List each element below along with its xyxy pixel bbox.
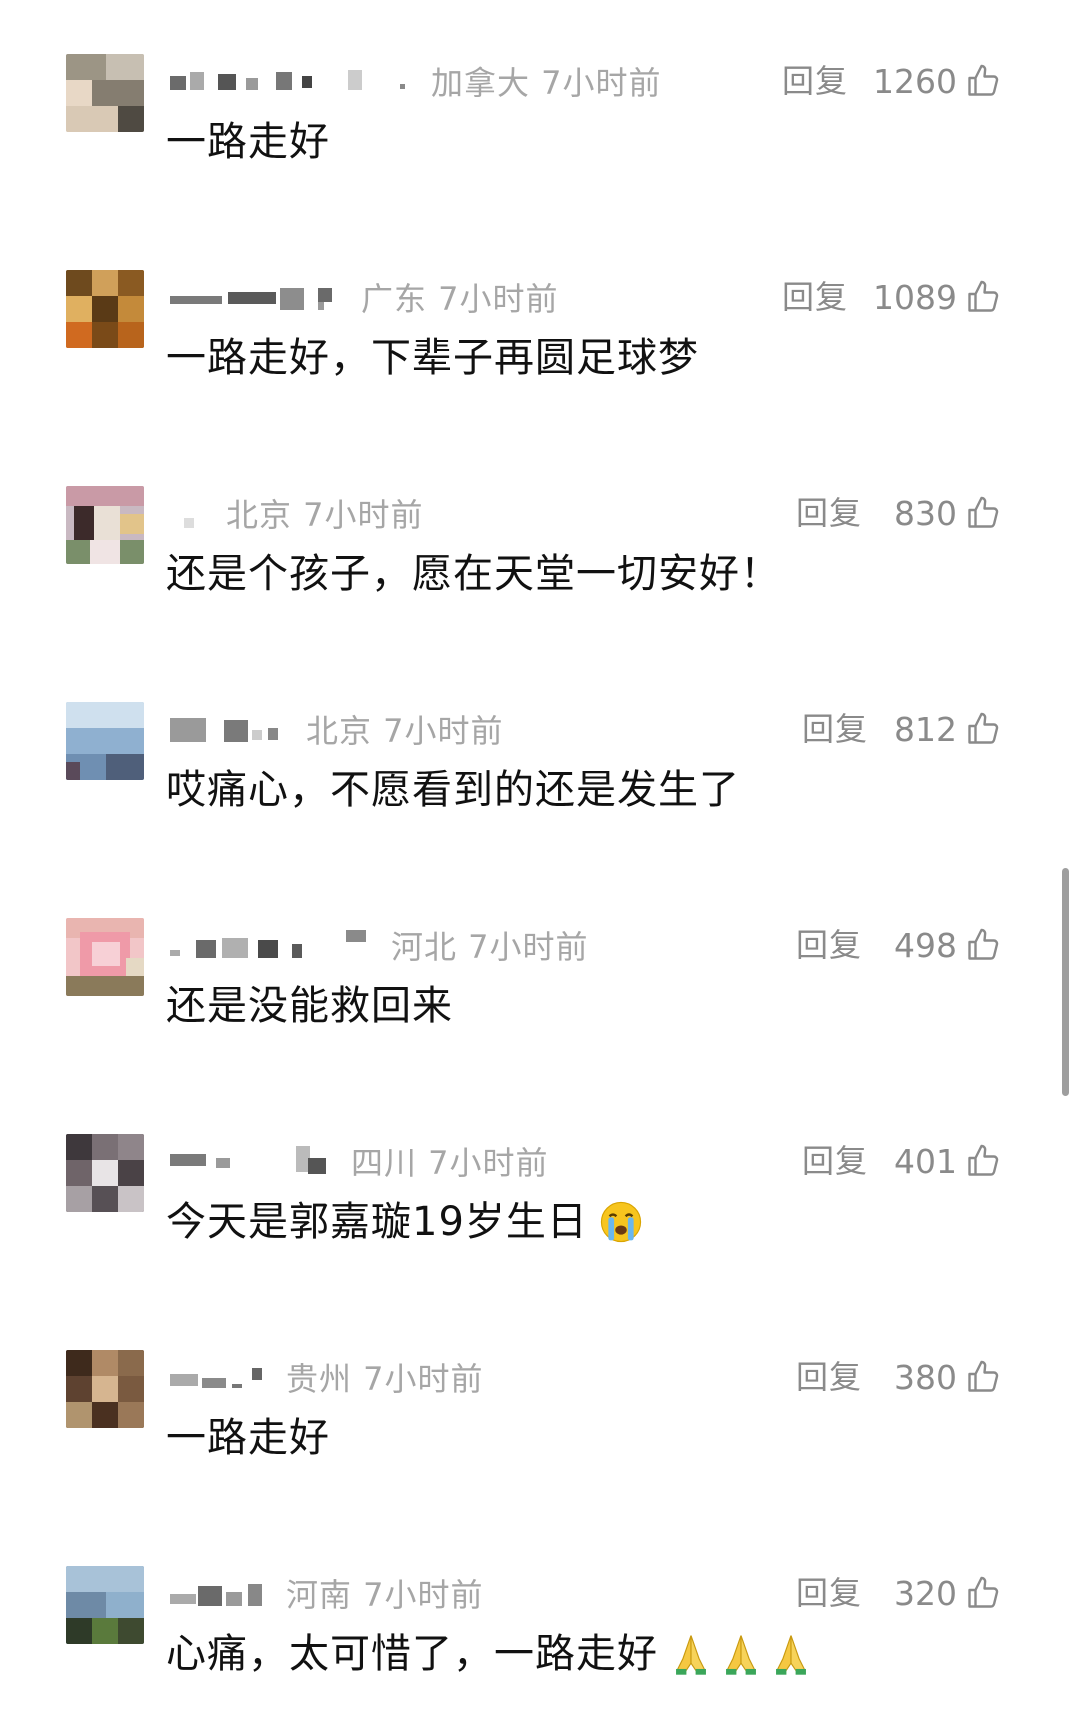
like-button[interactable]: 1260 xyxy=(873,56,1001,106)
comment-meta: 河南 7小时前 xyxy=(168,1568,484,1618)
comment-text: 哎痛心，不愿看到的还是发生了 xyxy=(166,762,740,818)
comment-text: 心痛，太可惜了，一路走好 xyxy=(166,1626,814,1682)
comment-item: 河南 7小时前 回复 320 心痛，太可惜了，一路走好 xyxy=(0,1566,1079,1726)
username-blurred[interactable] xyxy=(168,66,423,96)
comment-region-time: 贵州 7小时前 xyxy=(286,1360,484,1398)
comment-text-content: 还是个孩子，愿在天堂一切安好！ xyxy=(166,551,781,597)
like-button[interactable]: 812 xyxy=(894,704,1001,754)
avatar[interactable] xyxy=(66,918,144,996)
username-blurred[interactable] xyxy=(168,714,298,744)
comment-region-time: 河北 7小时前 xyxy=(391,928,589,966)
comment-text-content: 哎痛心，不愿看到的还是发生了 xyxy=(166,767,740,813)
like-count: 320 xyxy=(894,1573,957,1613)
like-count: 1260 xyxy=(873,61,957,101)
username-blurred[interactable] xyxy=(168,1578,278,1608)
avatar[interactable] xyxy=(66,486,144,564)
like-button[interactable]: 830 xyxy=(894,488,1001,538)
username-blurred[interactable] xyxy=(168,1146,343,1176)
comment-list: 加拿大 7小时前 回复 1260 一路走好 广东 7小时前 回复 1089 一路… xyxy=(0,0,1079,1720)
comment-meta: 四川 7小时前 xyxy=(168,1136,549,1186)
comment-meta: 加拿大 7小时前 xyxy=(168,56,662,106)
reply-button[interactable]: 回复 xyxy=(802,704,868,754)
like-count: 401 xyxy=(894,1141,957,1181)
comment-text-content: 心痛，太可惜了，一路走好 xyxy=(166,1631,658,1677)
comment-meta: 北京 7小时前 xyxy=(168,704,504,754)
comment-item: 广东 7小时前 回复 1089 一路走好，下辈子再圆足球梦 xyxy=(0,270,1079,430)
like-button[interactable]: 401 xyxy=(894,1136,1001,1186)
like-count: 380 xyxy=(894,1357,957,1397)
username-blurred[interactable] xyxy=(168,282,353,312)
like-button[interactable]: 1089 xyxy=(873,272,1001,322)
comment-region-time: 北京 7小时前 xyxy=(306,712,504,750)
reply-button[interactable]: 回复 xyxy=(782,272,848,322)
comment-region-time: 四川 7小时前 xyxy=(351,1144,549,1182)
comment-region-time: 加拿大 7小时前 xyxy=(431,64,662,102)
thumbs-up-icon xyxy=(968,1576,999,1608)
scrollbar[interactable] xyxy=(1062,868,1069,1096)
avatar[interactable] xyxy=(66,1566,144,1644)
comment-region-time: 广东 7小时前 xyxy=(361,280,559,318)
like-count: 498 xyxy=(894,925,957,965)
comment-meta: 河北 7小时前 xyxy=(168,920,589,970)
like-count: 1089 xyxy=(873,277,957,317)
avatar[interactable] xyxy=(66,1134,144,1212)
comment-text-content: 今天是郭嘉璇19岁生日 xyxy=(166,1199,588,1245)
reply-button[interactable]: 回复 xyxy=(796,1352,862,1402)
comment-text: 今天是郭嘉璇19岁生日 xyxy=(166,1194,644,1250)
thumbs-up-icon xyxy=(968,1360,999,1392)
reply-button[interactable]: 回复 xyxy=(802,1136,868,1186)
comment-item: 河北 7小时前 回复 498 还是没能救回来 xyxy=(0,918,1079,1078)
like-button[interactable]: 498 xyxy=(894,920,1001,970)
comment-meta: 广东 7小时前 xyxy=(168,272,559,322)
username-blurred[interactable] xyxy=(168,1362,278,1392)
thumbs-up-icon xyxy=(968,496,999,528)
like-count: 812 xyxy=(894,709,957,749)
comment-item: 北京 7小时前 回复 812 哎痛心，不愿看到的还是发生了 xyxy=(0,702,1079,862)
folded-hands-emoji xyxy=(776,1635,806,1675)
thumbs-up-icon xyxy=(968,928,999,960)
like-button[interactable]: 320 xyxy=(894,1568,1001,1618)
thumbs-up-icon xyxy=(968,1144,999,1176)
comment-text: 一路走好，下辈子再圆足球梦 xyxy=(166,330,699,386)
avatar[interactable] xyxy=(66,702,144,780)
emoji-group xyxy=(594,1199,644,1245)
thumbs-up-icon xyxy=(968,712,999,744)
comment-text-content: 一路走好 xyxy=(166,119,330,165)
comment-text: 一路走好 xyxy=(166,1410,330,1466)
username-blurred[interactable] xyxy=(168,930,383,960)
avatar[interactable] xyxy=(66,1350,144,1428)
thumbs-up-icon xyxy=(968,280,999,312)
thumbs-up-icon xyxy=(968,64,999,96)
reply-button[interactable]: 回复 xyxy=(782,56,848,106)
comment-text-content: 一路走好 xyxy=(166,1415,330,1461)
comment-region-time: 河南 7小时前 xyxy=(286,1576,484,1614)
comment-item: 四川 7小时前 回复 401 今天是郭嘉璇19岁生日 xyxy=(0,1134,1079,1294)
comment-item: 贵州 7小时前 回复 380 一路走好 xyxy=(0,1350,1079,1510)
comment-text: 还是个孩子，愿在天堂一切安好！ xyxy=(166,546,781,602)
comment-meta: 北京 7小时前 xyxy=(168,488,424,538)
emoji-group xyxy=(664,1631,814,1677)
reply-button[interactable]: 回复 xyxy=(796,920,862,970)
comment-region-time: 北京 7小时前 xyxy=(226,496,424,534)
reply-button[interactable]: 回复 xyxy=(796,488,862,538)
crying-face-emoji xyxy=(600,1201,642,1243)
like-count: 830 xyxy=(894,493,957,533)
like-button[interactable]: 380 xyxy=(894,1352,1001,1402)
username-blurred[interactable] xyxy=(168,498,218,528)
comment-meta: 贵州 7小时前 xyxy=(168,1352,484,1402)
avatar[interactable] xyxy=(66,54,144,132)
comment-text-content: 一路走好，下辈子再圆足球梦 xyxy=(166,335,699,381)
avatar[interactable] xyxy=(66,270,144,348)
folded-hands-emoji xyxy=(726,1635,756,1675)
comment-text-content: 还是没能救回来 xyxy=(166,983,453,1029)
folded-hands-emoji xyxy=(676,1635,706,1675)
reply-button[interactable]: 回复 xyxy=(796,1568,862,1618)
comment-text: 还是没能救回来 xyxy=(166,978,453,1034)
comment-text: 一路走好 xyxy=(166,114,330,170)
comment-item: 北京 7小时前 回复 830 还是个孩子，愿在天堂一切安好！ xyxy=(0,486,1079,646)
comment-item: 加拿大 7小时前 回复 1260 一路走好 xyxy=(0,54,1079,214)
